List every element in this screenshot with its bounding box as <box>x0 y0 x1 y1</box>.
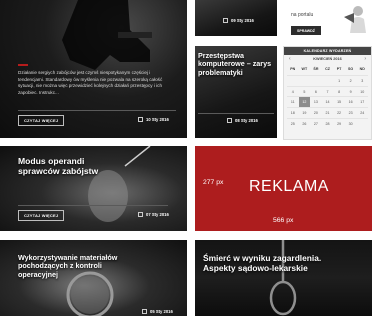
calendar-day[interactable]: 7 <box>321 85 334 97</box>
article-title[interactable]: Modus operandi sprawców zabójstw <box>18 156 128 176</box>
article-title[interactable]: Przestępstwa komputerowe – zarys problem… <box>198 51 274 77</box>
calendar-day[interactable]: 23 <box>344 107 357 118</box>
calendar-day[interactable]: 9 <box>344 85 357 97</box>
article-card-top-left[interactable]: Działanie sergiych zabójców jest czymś n… <box>0 0 187 138</box>
calendar-day[interactable]: 19 <box>298 107 311 118</box>
calendar-day <box>310 74 322 86</box>
promo-check-button[interactable]: SPRAWDŹ <box>291 26 321 35</box>
calendar-day <box>321 74 334 86</box>
calendar-icon <box>227 118 232 123</box>
calendar-day[interactable]: 14 <box>321 96 334 107</box>
calendar-day[interactable]: 18 <box>287 107 299 118</box>
promo-box: na portalu SPRAWDŹ <box>283 0 372 42</box>
article-excerpt: Działanie sergiych zabójców jest czymś n… <box>18 70 163 95</box>
calendar-day[interactable]: 16 <box>344 96 357 107</box>
article-card-wykorzystywanie[interactable]: Wykorzystywanie materiałów pochodzących … <box>0 240 187 316</box>
calendar-day[interactable]: 28 <box>321 117 334 129</box>
article-card-modus[interactable]: Modus operandi sprawców zabójstw CZYTAJ … <box>0 146 187 231</box>
date-text: 07 Sty 2016 <box>146 212 169 217</box>
date-text: 05 Sty 2016 <box>150 309 173 314</box>
calendar-day[interactable]: 24 <box>356 107 368 118</box>
calendar-day[interactable]: 22 <box>333 107 345 118</box>
calendar-day[interactable]: 29 <box>333 117 345 129</box>
chevron-right-icon[interactable]: › <box>364 55 366 64</box>
calendar-icon <box>138 212 143 217</box>
calendar-day <box>287 74 299 86</box>
calendar-month: KWIECIEŃ 2016 <box>313 57 342 61</box>
calendar-day[interactable]: 4 <box>287 85 299 97</box>
weekday-label: CZ <box>325 67 330 71</box>
advertisement-block[interactable]: 277 px REKLAMA 566 px <box>195 146 372 231</box>
calendar-icon <box>142 309 147 314</box>
ad-height-label: 566 px <box>273 217 294 224</box>
weekday-label: PN <box>290 67 296 71</box>
card-divider <box>18 205 168 206</box>
card-divider <box>18 110 176 111</box>
calendar-heading: KALENDARZ WYDARZEŃ <box>284 47 371 55</box>
article-date: 07 Sty 2016 <box>138 212 169 217</box>
calendar-day[interactable]: 12 <box>298 96 311 108</box>
article-title[interactable]: Wykorzystywanie materiałów pochodzących … <box>18 253 118 279</box>
calendar-month-nav: ‹ KWIECIEŃ 2016 › <box>284 55 371 64</box>
article-date: 05 Sty 2016 <box>142 309 173 314</box>
date-text: 08 Sty 2016 <box>235 118 258 123</box>
calendar-day[interactable]: 3 <box>356 74 368 86</box>
card-divider <box>198 113 274 114</box>
calendar-day[interactable]: 26 <box>298 117 311 129</box>
calendar-day[interactable]: 15 <box>333 96 345 107</box>
date-text: 09 Sty 2016 <box>231 18 254 23</box>
calendar-day[interactable]: 6 <box>310 85 322 97</box>
calendar-day[interactable]: 10 <box>356 85 368 97</box>
calendar-day[interactable]: 21 <box>321 107 334 118</box>
ad-width-label: 277 px <box>203 179 224 186</box>
weekday-label: SO <box>348 67 354 71</box>
calendar-day[interactable]: 25 <box>287 117 299 129</box>
article-title[interactable]: Śmierć w wyniku zagardlenia. Aspekty sąd… <box>203 253 353 274</box>
date-text: 10 Sty 2016 <box>146 117 169 122</box>
calendar-day[interactable]: 11 <box>287 96 299 107</box>
weekday-label: ŚR <box>313 67 319 71</box>
calendar-icon <box>138 117 143 122</box>
calendar-grid: PN WT ŚR CZ PT SO ND 1 2 3 4 5 6 7 8 9 10 11 12 13 14 15 16 17 1… <box>284 64 371 129</box>
article-card-top-middle[interactable]: 09 Sty 2016 <box>195 0 277 36</box>
calendar-day[interactable]: 20 <box>310 107 322 118</box>
megaphone-person-image <box>344 6 366 33</box>
calendar-icon <box>223 18 228 23</box>
calendar-day[interactable]: 30 <box>344 117 357 129</box>
weekday-label: WT <box>301 67 308 71</box>
calendar-day[interactable]: 8 <box>333 85 345 97</box>
article-card-przestepstwa[interactable]: Przestępstwa komputerowe – zarys problem… <box>195 46 277 138</box>
accent-bar <box>18 64 28 66</box>
noose-image <box>269 240 297 316</box>
article-date: 10 Sty 2016 <box>138 117 169 122</box>
calendar-day <box>356 117 368 129</box>
article-card-smierc[interactable]: Śmierć w wyniku zagardlenia. Aspekty sąd… <box>195 240 372 316</box>
calendar-day[interactable]: 13 <box>310 96 322 107</box>
calendar-day[interactable]: 2 <box>344 74 357 86</box>
calendar-day[interactable]: 1 <box>333 74 345 86</box>
read-more-button[interactable]: CZYTAJ WIĘCEJ <box>18 210 65 221</box>
calendar-day[interactable]: 17 <box>356 96 368 107</box>
events-calendar: KALENDARZ WYDARZEŃ ‹ KWIECIEŃ 2016 › PN W… <box>283 46 372 140</box>
weekday-label: ND <box>359 67 365 71</box>
article-date: 09 Sty 2016 <box>223 18 254 23</box>
article-date: 08 Sty 2016 <box>227 118 258 123</box>
ad-label: REKLAMA <box>249 178 329 195</box>
calendar-day[interactable]: 5 <box>298 85 311 97</box>
weekday-label: PT <box>336 67 342 71</box>
calendar-day <box>298 74 311 86</box>
chevron-left-icon[interactable]: ‹ <box>289 55 291 64</box>
calendar-day[interactable]: 27 <box>310 117 322 129</box>
read-more-button[interactable]: CZYTAJ WIĘCEJ <box>18 115 65 126</box>
promo-text: na portalu <box>291 12 314 18</box>
